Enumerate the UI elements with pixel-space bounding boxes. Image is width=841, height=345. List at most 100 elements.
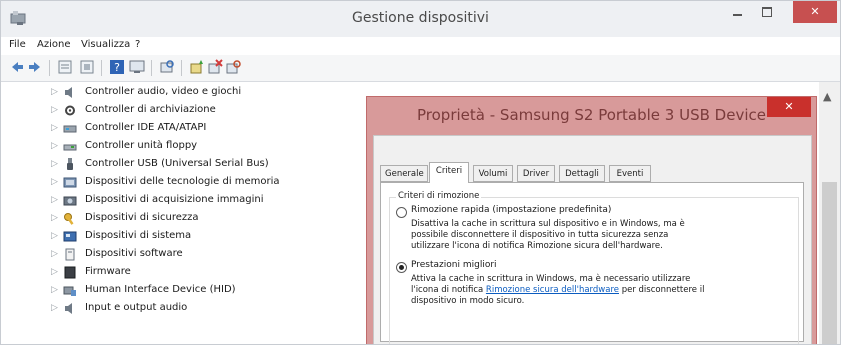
quick-removal-description: utilizzare l'icona di notifica Rimozione…	[411, 241, 663, 251]
usb-icon	[67, 158, 73, 170]
tree-item-label: Dispositivi di sicurezza	[85, 212, 199, 223]
tab-generale[interactable]: Generale	[380, 165, 428, 182]
expand-chevron-icon[interactable]: ▷	[51, 285, 58, 295]
better-performance-label[interactable]: Prestazioni migliori	[411, 260, 497, 270]
scan-hardware-icon[interactable]	[159, 59, 175, 75]
toolbar-separator	[49, 60, 50, 76]
menu-help[interactable]: ?	[135, 39, 140, 50]
expand-chevron-icon[interactable]: ▷	[51, 159, 58, 169]
quick-removal-radio[interactable]	[396, 207, 407, 218]
better-performance-radio[interactable]	[396, 262, 407, 273]
tree-item-tecnologie-memoria[interactable]: ▷ Dispositivi delle tecnologie di memori…	[51, 174, 366, 192]
toolbar-separator	[151, 60, 152, 76]
close-button[interactable]: ✕	[793, 1, 837, 23]
system-board-icon	[63, 231, 77, 242]
better-performance-description: Attiva la cache in scrittura in Windows,…	[411, 274, 691, 284]
close-icon: ✕	[784, 100, 794, 113]
add-driver-icon[interactable]	[189, 59, 205, 75]
expand-chevron-icon[interactable]: ▷	[51, 105, 58, 115]
close-icon: ✕	[810, 5, 820, 18]
scroll-up-arrow-icon[interactable]: ▲	[823, 90, 831, 103]
scrollbar-thumb[interactable]	[822, 182, 837, 344]
vertical-scrollbar[interactable]: ▲	[819, 82, 840, 344]
tree-item-sistema[interactable]: ▷ Dispositivi di sistema	[51, 228, 366, 246]
tree-item-firmware[interactable]: ▷ Firmware	[51, 264, 366, 282]
dialog-body: Generale Criteri Volumi Driver Dettagli …	[373, 135, 812, 344]
tab-volumi[interactable]: Volumi	[473, 165, 513, 182]
uninstall-device-icon[interactable]	[207, 59, 223, 75]
expand-chevron-icon[interactable]: ▷	[51, 141, 58, 151]
help-icon[interactable]: ?	[109, 59, 125, 75]
expand-chevron-icon[interactable]: ▷	[51, 213, 58, 223]
audio-io-icon	[65, 303, 72, 314]
tab-criteri[interactable]: Criteri	[429, 162, 469, 183]
title-bar[interactable]: Gestione dispositivi ✕	[1, 1, 840, 37]
properties-sheet-icon[interactable]	[57, 59, 73, 75]
tree-item-controller-floppy[interactable]: ▷ Controller unità floppy	[51, 138, 366, 156]
expand-chevron-icon[interactable]: ▷	[51, 195, 58, 205]
expand-chevron-icon[interactable]: ▷	[51, 249, 58, 259]
update-driver-icon[interactable]	[79, 59, 95, 75]
gear-icon	[65, 105, 75, 116]
back-arrow-icon[interactable]	[9, 59, 25, 75]
toolbar-separator	[101, 60, 102, 76]
menu-azione[interactable]: Azione	[37, 39, 70, 50]
expand-chevron-icon[interactable]: ▷	[51, 267, 58, 277]
tree-item-hid[interactable]: ▷ Human Interface Device (HID)	[51, 282, 366, 300]
tree-item-input-output-audio[interactable]: ▷ Input e output audio	[51, 300, 366, 318]
tree-item-controller-archiviazione[interactable]: ▷ Controller di archiviazione	[51, 102, 366, 120]
better-performance-description: dispositivo in modo sicuro.	[411, 296, 525, 306]
menu-visualizza[interactable]: Visualizza	[81, 39, 130, 50]
menu-file[interactable]: File	[9, 39, 26, 50]
tree-item-label: Controller audio, video e giochi	[85, 86, 242, 97]
safely-remove-hardware-link[interactable]: Rimozione sicura dell'hardware	[486, 285, 619, 295]
disable-device-icon[interactable]	[225, 59, 241, 75]
tree-item-controller-usb[interactable]: ▷ Controller USB (Universal Serial Bus)	[51, 156, 366, 174]
forward-arrow-icon[interactable]	[27, 59, 43, 75]
description-text: l'icona di notifica	[411, 285, 486, 295]
maximize-button[interactable]	[753, 1, 781, 23]
expand-chevron-icon[interactable]: ▷	[51, 177, 58, 187]
tree-item-sicurezza[interactable]: ▷ Dispositivi di sicurezza	[51, 210, 366, 228]
tab-dettagli[interactable]: Dettagli	[559, 165, 605, 182]
tree-item-acquisizione-immagini[interactable]: ▷ Dispositivi di acquisizione immagini	[51, 192, 366, 210]
monitor-icon[interactable]	[129, 59, 145, 75]
tree-item-controller-audio[interactable]: ▷ Controller audio, video e giochi	[51, 84, 366, 102]
expand-chevron-icon[interactable]: ▷	[51, 123, 58, 133]
memory-icon	[63, 177, 77, 188]
tab-eventi[interactable]: Eventi	[609, 165, 651, 182]
device-manager-window: Gestione dispositivi ✕ File Azione Visua…	[0, 0, 841, 345]
removal-policy-group: Criteri di rimozione Rimozione rapida (i…	[389, 191, 799, 344]
tree-item-label: Controller IDE ATA/ATAPI	[85, 122, 207, 133]
dialog-title: Proprietà - Samsung S2 Portable 3 USB De…	[417, 106, 766, 124]
better-performance-description: l'icona di notifica Rimozione sicura del…	[411, 285, 704, 296]
tree-item-label: Dispositivi software	[85, 248, 183, 259]
hid-icon	[63, 286, 76, 296]
tree-item-label: Dispositivi di acquisizione immagini	[85, 194, 264, 205]
expand-chevron-icon[interactable]: ▷	[51, 303, 58, 313]
tab-driver[interactable]: Driver	[517, 165, 555, 182]
description-text: per disconnettere il	[619, 285, 705, 295]
ide-controller-icon	[63, 125, 77, 133]
toolbar: ?	[1, 55, 840, 82]
tree-item-controller-ide[interactable]: ▷ Controller IDE ATA/ATAPI	[51, 120, 366, 138]
quick-removal-label[interactable]: Rimozione rapida (impostazione predefini…	[411, 205, 611, 215]
properties-dialog: Proprietà - Samsung S2 Portable 3 USB De…	[366, 96, 817, 344]
quick-removal-description: Disattiva la cache in scrittura sul disp…	[411, 219, 685, 229]
tree-item-label: Controller di archiviazione	[85, 104, 216, 115]
firmware-icon	[64, 266, 76, 279]
tree-item-label: Input e output audio	[85, 302, 188, 313]
tab-criteri-content: Criteri di rimozione Rimozione rapida (i…	[380, 182, 804, 344]
tree-item-software[interactable]: ▷ Dispositivi software	[51, 246, 366, 264]
speaker-icon	[65, 87, 72, 98]
expand-chevron-icon[interactable]: ▷	[51, 231, 58, 241]
software-device-icon	[65, 248, 75, 261]
key-icon	[64, 213, 74, 225]
minimize-button[interactable]	[723, 1, 751, 23]
camera-icon	[63, 196, 77, 206]
device-tree: ▷ Controller audio, video e giochi ▷ Con…	[1, 82, 366, 344]
expand-chevron-icon[interactable]: ▷	[51, 87, 58, 97]
tree-item-label: Dispositivi di sistema	[85, 230, 192, 241]
tree-item-label: Dispositivi delle tecnologie di memoria	[85, 176, 280, 187]
dialog-close-button[interactable]: ✕	[767, 97, 811, 117]
